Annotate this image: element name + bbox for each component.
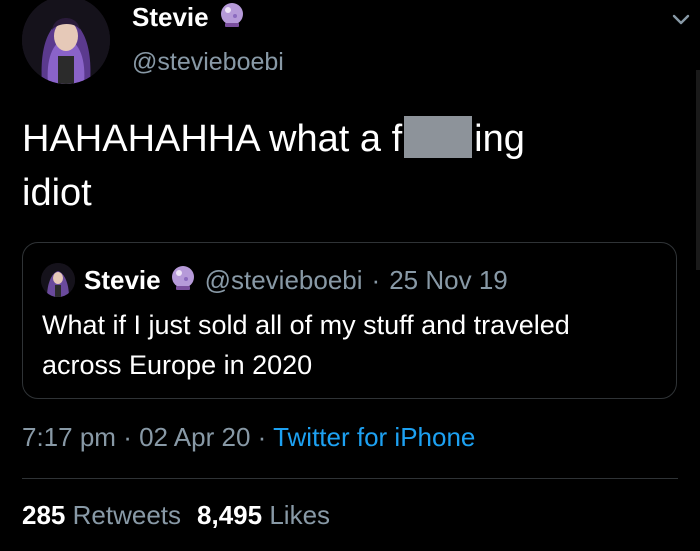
divider	[22, 478, 678, 479]
retweets-count: 285	[22, 500, 66, 530]
likes-count: 8,495	[197, 500, 263, 530]
separator: ·	[123, 422, 132, 452]
crystal-ball-icon	[219, 2, 245, 33]
tweet-text: HAHAHAHHA what a f ing idiot	[22, 112, 662, 220]
avatar-image	[22, 0, 110, 84]
retweets-label: Retweets	[72, 500, 182, 530]
likes-label: Likes	[269, 500, 331, 530]
tweet-meta: 7:17 pm · 02 Apr 20 · Twitter for iPhone	[22, 422, 475, 453]
quoted-author-handle[interactable]: @stevieboebi	[205, 265, 363, 296]
tweet-header: Stevie @stevieboebi	[22, 0, 692, 88]
tweet-text-start: HAHAHAHHA what a f	[22, 118, 403, 160]
tweet-text-line2: idiot	[22, 172, 92, 214]
chevron-down-icon[interactable]	[670, 8, 692, 30]
tweet-stats: 285 Retweets 8,495 Likes	[22, 500, 330, 531]
author-name[interactable]: Stevie	[132, 2, 209, 33]
tweet-source-link[interactable]: Twitter for iPhone	[273, 422, 475, 452]
quoted-avatar	[41, 263, 75, 297]
author-handle[interactable]: @stevieboebi	[132, 48, 284, 77]
quoted-author-name[interactable]: Stevie	[84, 265, 161, 296]
scrollbar[interactable]	[696, 70, 700, 270]
quoted-date[interactable]: 25 Nov 19	[389, 265, 508, 296]
tweet-time[interactable]: 7:17 pm	[22, 422, 116, 452]
separator: ·	[371, 264, 381, 295]
avatar[interactable]	[22, 0, 110, 84]
likes-stat[interactable]: 8,495 Likes	[197, 500, 330, 530]
censor-block	[404, 116, 473, 158]
separator: ·	[257, 422, 267, 452]
retweets-stat[interactable]: 285 Retweets	[22, 500, 181, 530]
tweet-date[interactable]: 02 Apr 20	[139, 422, 250, 452]
quoted-tweet-header: Stevie @stevieboebi · 25 Nov 19	[41, 263, 508, 297]
quoted-tweet[interactable]: Stevie @stevieboebi · 25 Nov 19 What if …	[22, 242, 677, 399]
tweet-text-end: ing	[474, 118, 525, 160]
crystal-ball-icon	[170, 265, 196, 296]
quoted-tweet-text: What if I just sold all of my stuff and …	[42, 310, 570, 380]
